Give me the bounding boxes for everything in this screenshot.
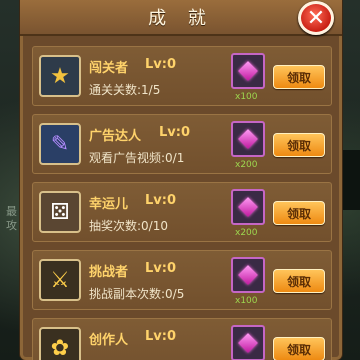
achievement-name: 创作人 <box>89 333 129 348</box>
panel-title: 成 就 <box>148 8 214 29</box>
gem-icon <box>238 129 258 149</box>
claim-button[interactable]: 领取 <box>273 337 325 360</box>
reward-count: x100 <box>235 92 258 102</box>
achievement-name: 闯关者 <box>89 61 129 76</box>
achievement-progress: 挑战副本次数:0/5 <box>89 287 185 301</box>
gem-icon <box>238 265 258 285</box>
achievement-card: ✎ 广告达人 Lv:0 观看广告视频:0/1 x200 领取 <box>32 114 332 174</box>
achievement-level: Lv:0 <box>145 329 177 344</box>
claim-button[interactable]: 领取 <box>273 269 325 293</box>
reward-slot <box>231 121 265 157</box>
reward-slot <box>231 325 265 360</box>
creator-icon: ✿ <box>39 327 81 360</box>
achievement-card: ⚔ 挑战者 Lv:0 挑战副本次数:0/5 x100 领取 <box>32 250 332 310</box>
achievement-progress: 抽奖次数:0/10 <box>89 219 168 233</box>
gem-icon <box>238 333 258 353</box>
achievement-level: Lv:0 <box>159 125 191 140</box>
claim-button[interactable]: 领取 <box>273 65 325 89</box>
book-icon: ✎ <box>39 123 81 165</box>
reward-count: x200 <box>235 160 258 170</box>
achievement-name: 幸运儿 <box>89 197 129 212</box>
achievement-level: Lv:0 <box>145 193 177 208</box>
achievement-name: 挑战者 <box>89 265 129 280</box>
dice-icon: ⚄ <box>39 191 81 233</box>
achievement-progress: 观看广告视频:0/1 <box>89 151 185 165</box>
star-icon: ★ <box>39 55 81 97</box>
achievement-card: ⚄ 幸运儿 Lv:0 抽奖次数:0/10 x200 领取 <box>32 182 332 242</box>
achievement-name: 广告达人 <box>89 129 142 144</box>
swords-icon: ⚔ <box>39 259 81 301</box>
reward-count: x200 <box>235 228 258 238</box>
gem-icon <box>238 197 258 217</box>
reward-slot <box>231 53 265 89</box>
panel-header: 成 就 <box>20 0 342 36</box>
achievement-card: ★ 闯关者 Lv:0 通关关数:1/5 x100 领取 <box>32 46 332 106</box>
achievement-level: Lv:0 <box>145 261 177 276</box>
gem-icon <box>238 61 258 81</box>
claim-button[interactable]: 领取 <box>273 201 325 225</box>
reward-count: x100 <box>235 296 258 306</box>
reward-slot <box>231 189 265 225</box>
achievement-progress: 通关关数:1/5 <box>89 83 161 97</box>
claim-button[interactable]: 领取 <box>273 133 325 157</box>
close-button[interactable]: ✕ <box>298 1 334 35</box>
close-icon: ✕ <box>306 5 326 31</box>
achievement-level: Lv:0 <box>145 57 177 72</box>
achievement-card: ✿ 创作人 Lv:0 领取 <box>32 318 332 360</box>
reward-slot <box>231 257 265 293</box>
